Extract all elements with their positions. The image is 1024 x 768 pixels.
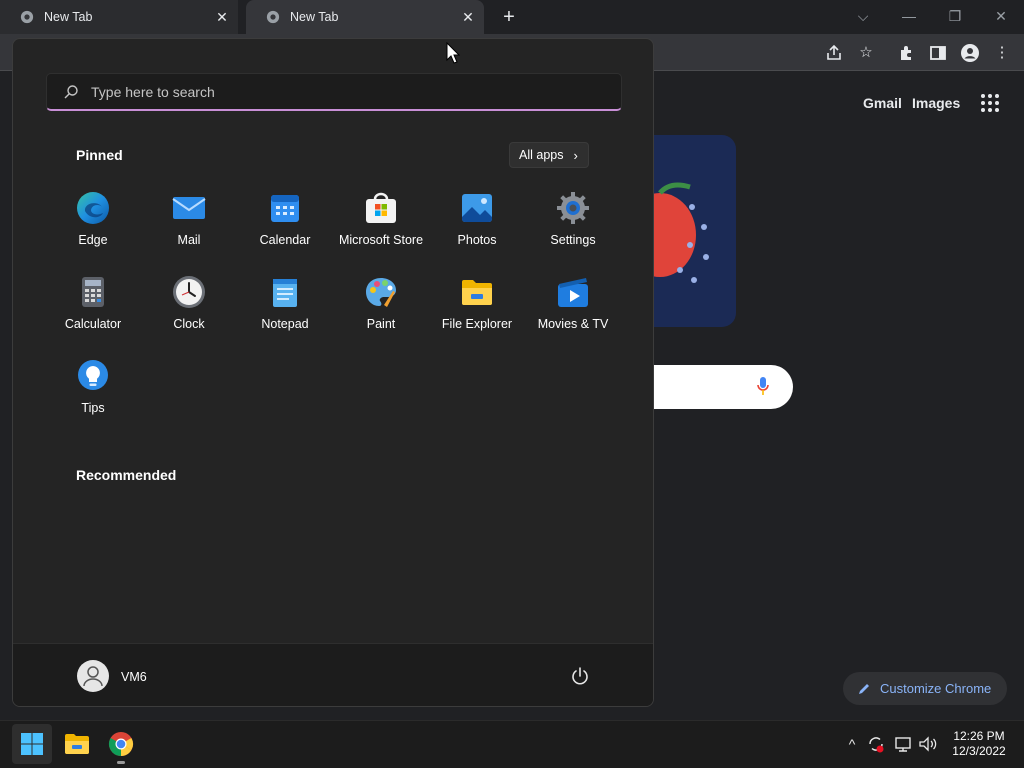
start-menu: Type here to search Pinned All apps › Ed… (12, 38, 654, 707)
app-label: File Explorer (441, 317, 513, 331)
pinned-app-microsoft-store[interactable]: Microsoft Store (333, 189, 429, 259)
app-label: Settings (550, 233, 596, 247)
customize-chrome-label: Customize Chrome (880, 681, 992, 696)
share-icon[interactable] (824, 43, 844, 63)
tab-title: New Tab (290, 10, 339, 24)
pinned-app-movies-tv[interactable]: Movies & TV (525, 273, 621, 343)
app-label: Calendar (259, 233, 311, 247)
notepad-icon (273, 279, 297, 307)
pinned-app-file-explorer[interactable]: File Explorer (429, 273, 525, 343)
start-menu-footer (13, 643, 653, 706)
google-apps-icon[interactable] (981, 94, 999, 112)
calendar-icon (271, 195, 299, 222)
start-button[interactable] (12, 724, 52, 764)
pinned-app-notepad[interactable]: Notepad (237, 273, 333, 343)
more-menu-icon[interactable]: ⋮ (992, 43, 1012, 63)
side-panel-icon[interactable] (928, 43, 948, 63)
chrome-icon (108, 732, 134, 756)
app-label: Photos (457, 233, 497, 247)
app-label: Mail (177, 233, 201, 247)
movies-icon (558, 278, 588, 307)
search-placeholder: Type here to search (91, 83, 215, 100)
taskbar-clock[interactable]: 12:26 PM 12/3/2022 (944, 729, 1014, 759)
app-label: Paint (366, 317, 396, 331)
settings-icon (557, 192, 589, 224)
running-indicator (117, 761, 125, 764)
app-label: Tips (81, 401, 105, 415)
folder-icon (462, 280, 492, 305)
pinned-app-photos[interactable]: Photos (429, 189, 525, 259)
extensions-icon[interactable] (896, 43, 916, 63)
gmail-link[interactable]: Gmail (863, 95, 902, 111)
browser-tab-active[interactable]: New Tab ✕ (246, 0, 484, 34)
store-icon (366, 192, 396, 223)
edge-icon (77, 192, 109, 224)
new-tab-button[interactable]: + (498, 6, 520, 28)
pinned-app-paint[interactable]: Paint (333, 273, 429, 343)
restore-icon[interactable]: ❐ (940, 4, 970, 28)
clock-date: 12/3/2022 (952, 744, 1006, 758)
network-icon[interactable] (894, 734, 914, 754)
close-tab-icon[interactable]: ✕ (460, 9, 476, 25)
pinned-app-calculator[interactable]: Calculator (45, 273, 141, 343)
tips-icon (78, 360, 108, 390)
volume-icon[interactable] (918, 734, 938, 754)
chrome-favicon-icon (266, 10, 280, 24)
all-apps-button[interactable]: All apps › (509, 142, 589, 168)
calculator-icon (82, 277, 104, 307)
app-label: Microsoft Store (338, 233, 424, 247)
pinned-heading: Pinned (76, 147, 123, 163)
pinned-app-settings[interactable]: Settings (525, 189, 621, 259)
minimize-icon[interactable]: — (894, 4, 924, 28)
app-label: Edge (78, 233, 108, 247)
voice-search-icon[interactable] (757, 376, 769, 396)
app-label: Notepad (261, 317, 309, 331)
chevron-right-icon: › (573, 147, 578, 163)
start-search-box[interactable]: Type here to search (46, 73, 622, 111)
customize-chrome-button[interactable]: Customize Chrome (843, 672, 1007, 705)
sync-icon[interactable] (866, 734, 886, 754)
pinned-app-mail[interactable]: Mail (141, 189, 237, 259)
power-icon[interactable] (569, 665, 591, 687)
windows-logo-icon (21, 733, 43, 755)
clock-time: 12:26 PM (953, 729, 1005, 743)
mail-icon (172, 197, 206, 219)
app-label: Clock (173, 317, 205, 331)
show-hidden-icons-chevron-icon[interactable]: ^ (842, 734, 862, 754)
browser-tab[interactable]: New Tab ✕ (0, 0, 238, 34)
folder-icon (65, 734, 89, 754)
taskbar-chrome[interactable] (101, 724, 141, 764)
profile-icon[interactable] (960, 43, 980, 63)
taskbar-file-explorer[interactable] (57, 724, 97, 764)
mouse-cursor-icon (446, 42, 460, 64)
tab-strip: New Tab ✕ New Tab ✕ + ⌵ — ❐ ✕ (0, 0, 1024, 34)
pinned-app-clock[interactable]: Clock (141, 273, 237, 343)
user-icon (83, 666, 103, 687)
close-window-icon[interactable]: ✕ (986, 4, 1016, 28)
tab-search-icon[interactable]: ⌵ (848, 4, 878, 28)
bookmark-star-icon[interactable]: ☆ (856, 43, 876, 63)
app-label: Movies & TV (537, 317, 609, 331)
all-apps-label: All apps (519, 148, 564, 162)
user-name[interactable]: VM6 (121, 670, 147, 684)
pinned-app-edge[interactable]: Edge (45, 189, 141, 259)
images-link[interactable]: Images (912, 95, 960, 111)
clock-icon (173, 276, 205, 308)
recommended-heading: Recommended (76, 467, 177, 483)
paint-icon (366, 278, 396, 307)
pencil-icon (859, 683, 869, 694)
pinned-app-tips[interactable]: Tips (45, 357, 141, 427)
search-icon (64, 84, 78, 98)
pinned-app-calendar[interactable]: Calendar (237, 189, 333, 259)
user-avatar[interactable] (77, 660, 109, 692)
chrome-favicon-icon (20, 10, 34, 24)
photos-icon (462, 194, 492, 222)
tab-title: New Tab (44, 10, 93, 24)
app-label: Calculator (64, 317, 122, 331)
close-tab-icon[interactable]: ✕ (214, 9, 230, 25)
